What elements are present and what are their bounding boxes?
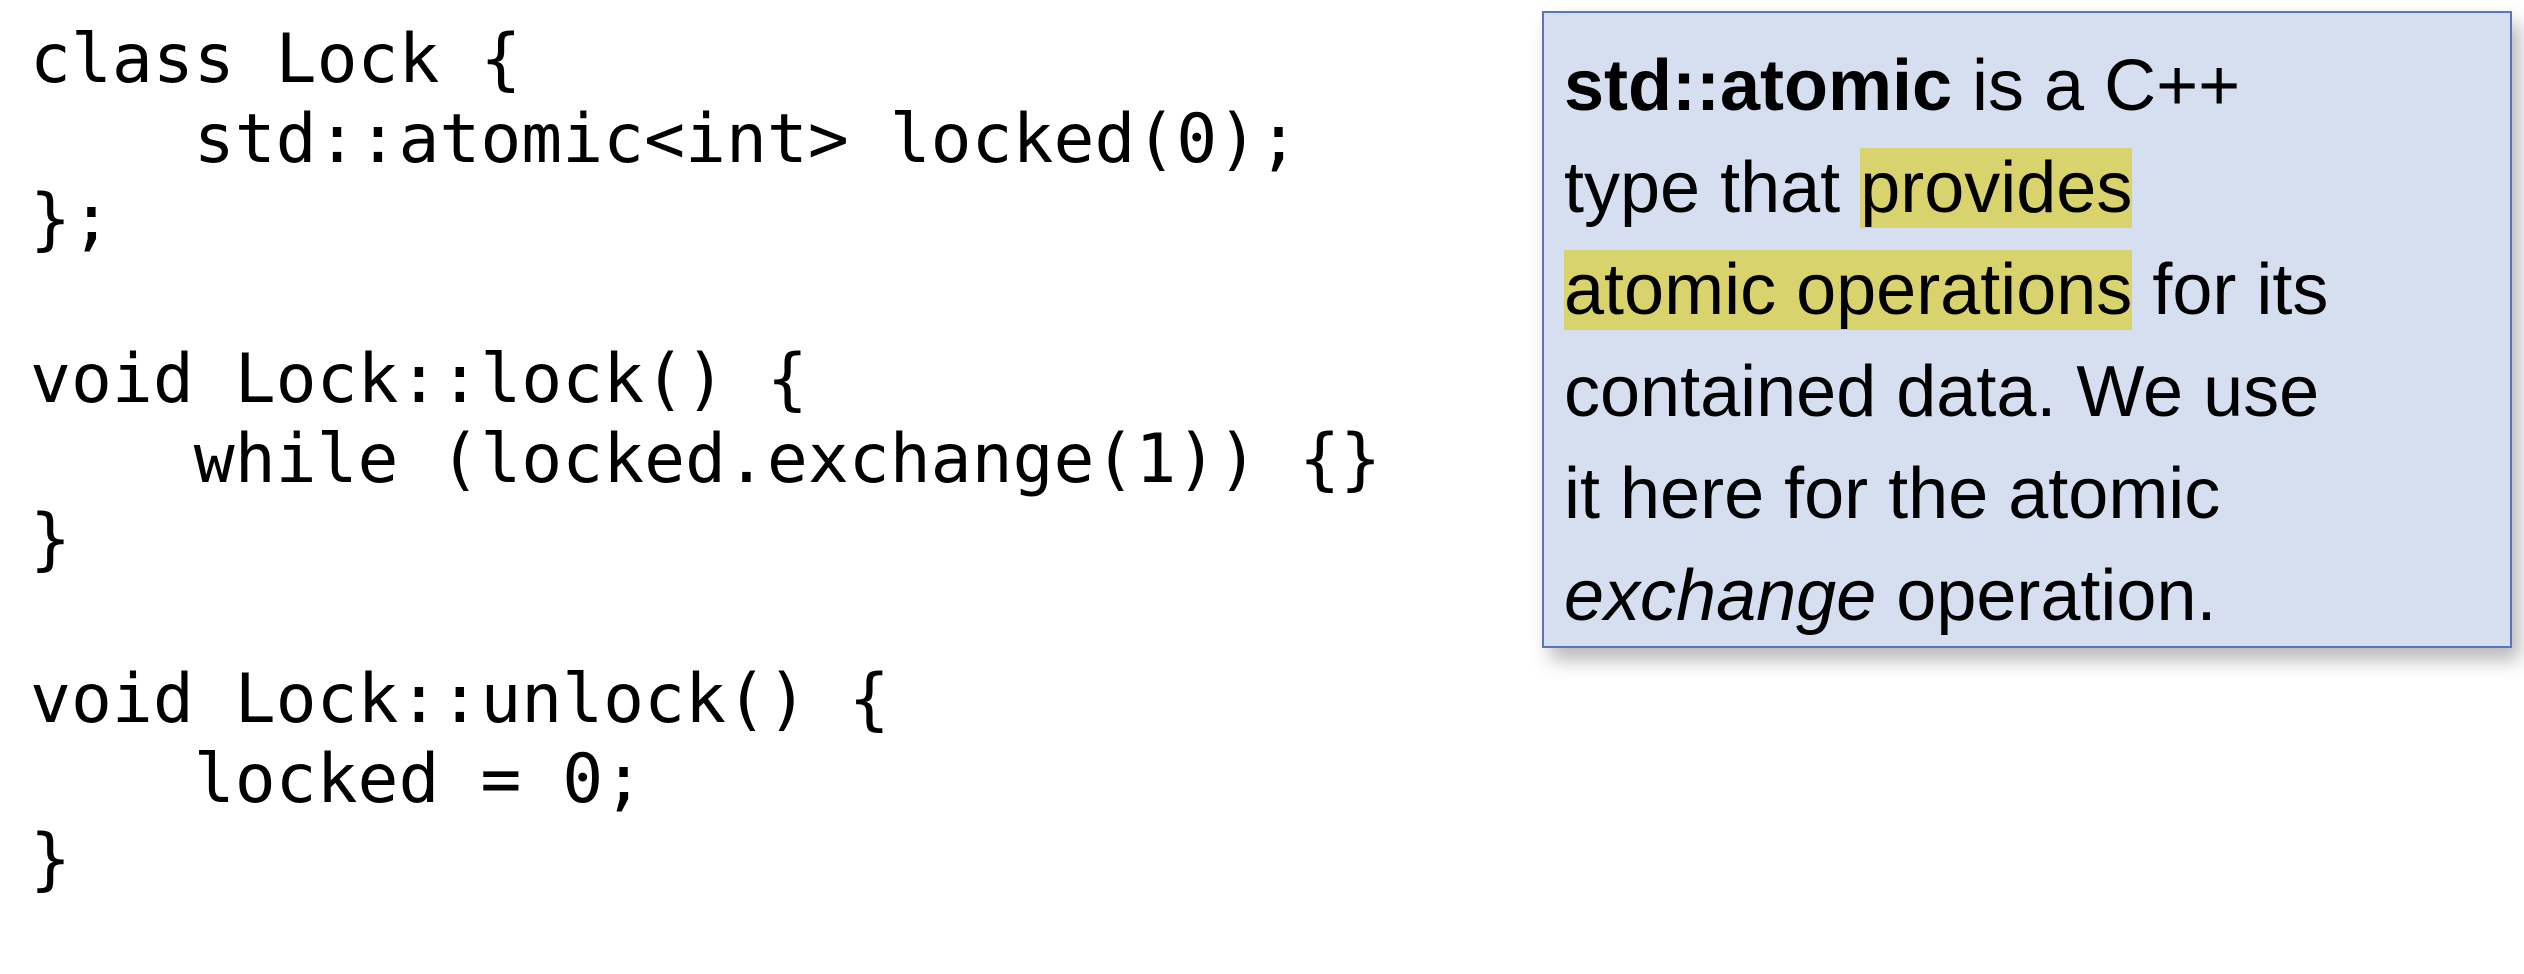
callout-text: is a C++: [1952, 46, 2241, 126]
code-block: class Lock { std::atomic<int> locked(0);…: [30, 20, 1381, 900]
callout-text: operation.: [1876, 556, 2217, 636]
callout-line: exchange operation.: [1564, 545, 2492, 646]
callout-text: for its: [2132, 250, 2329, 330]
code-line: }: [30, 500, 71, 579]
callout-line: contained data. We use: [1564, 352, 2320, 432]
callout-text: type that: [1564, 148, 1861, 228]
code-line: };: [30, 180, 112, 259]
callout-line: type that provides: [1564, 137, 2492, 239]
callout-highlight: atomic operations: [1564, 250, 2133, 330]
explanation-callout: std::atomic is a C++ type that provides …: [1542, 11, 2512, 648]
code-line: std::atomic<int> locked(0);: [30, 100, 1300, 179]
code-line: void Lock::unlock() {: [30, 660, 890, 739]
code-line: locked = 0;: [30, 740, 645, 819]
callout-term-bold: std::atomic: [1564, 46, 1953, 126]
slide: class Lock { std::atomic<int> locked(0);…: [0, 0, 2524, 974]
code-line: while (locked.exchange(1)) {}: [30, 420, 1382, 499]
callout-term-italic: exchange: [1564, 556, 1877, 636]
callout-line: std::atomic is a C++: [1564, 35, 2492, 137]
callout-line: it here for the atomic: [1564, 454, 2221, 534]
code-line: }: [30, 820, 71, 899]
code-line: void Lock::lock() {: [30, 340, 808, 419]
callout-highlight: provides: [1860, 148, 2133, 228]
callout-line: atomic operations for its: [1564, 239, 2492, 341]
code-line: class Lock {: [30, 20, 522, 99]
